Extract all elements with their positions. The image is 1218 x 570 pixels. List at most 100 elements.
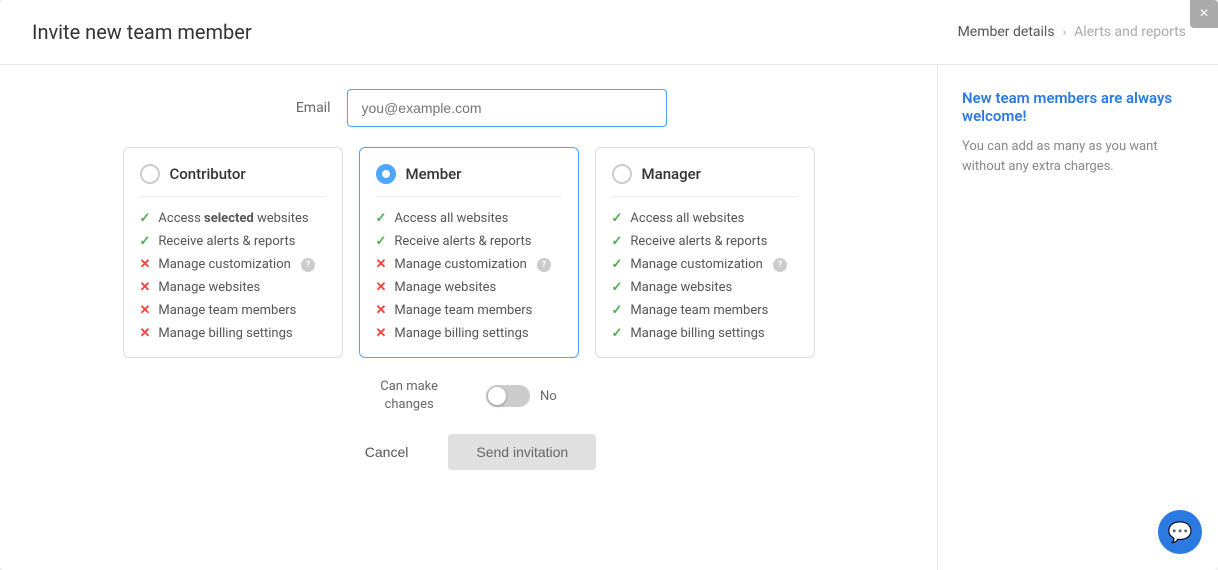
feature-item: ✕ Manage billing settings (376, 326, 562, 341)
role-card-contributor[interactable]: Contributor ✓ Access selected websites ✓… (123, 147, 343, 358)
feature-text: Access all websites (630, 211, 744, 226)
modal-body: Email Contributor ✓ Access selected webs… (0, 65, 1218, 570)
feature-item: ✓ Manage team members (612, 303, 798, 318)
cross-icon: ✕ (140, 303, 151, 318)
email-row: Email (32, 89, 905, 127)
breadcrumb-step1: Member details (958, 24, 1055, 40)
role-name-manager: Manager (642, 165, 701, 183)
feature-text: Receive alerts & reports (158, 234, 295, 249)
feature-item: ✓ Receive alerts & reports (140, 234, 326, 249)
feature-text: Manage billing settings (630, 326, 764, 341)
check-icon: ✓ (376, 211, 387, 226)
send-invitation-button[interactable]: Send invitation (448, 434, 596, 470)
feature-item: ✕ Manage billing settings (140, 326, 326, 341)
check-icon: ✓ (612, 280, 623, 295)
feature-item: ✓ Access all websites (612, 211, 798, 226)
feature-item: ✕ Manage websites (140, 280, 326, 295)
check-icon: ✓ (376, 234, 387, 249)
feature-item: ✓ Access all websites (376, 211, 562, 226)
feature-list-manager: ✓ Access all websites ✓ Receive alerts &… (612, 211, 798, 341)
check-icon: ✓ (612, 257, 623, 272)
feature-text: Receive alerts & reports (394, 234, 531, 249)
breadcrumb-step2: Alerts and reports (1074, 24, 1186, 40)
feature-text: Manage websites (158, 280, 260, 295)
feature-item: ✓ Manage websites (612, 280, 798, 295)
cross-icon: ✕ (376, 326, 387, 341)
roles-row: Contributor ✓ Access selected websites ✓… (32, 147, 905, 358)
cross-icon: ✕ (376, 303, 387, 318)
cross-icon: ✕ (376, 280, 387, 295)
modal-title: Invite new team member (32, 20, 252, 44)
info-icon[interactable]: ? (301, 258, 315, 272)
feature-list-contributor: ✓ Access selected websites ✓ Receive ale… (140, 211, 326, 341)
bottom-row: Can makechanges No (32, 378, 905, 414)
email-input[interactable] (347, 89, 667, 127)
feature-text: Manage team members (630, 303, 768, 318)
feature-text: Manage websites (630, 280, 732, 295)
check-icon: ✓ (612, 303, 623, 318)
breadcrumb-chevron: › (1063, 25, 1067, 39)
cross-icon: ✕ (140, 280, 151, 295)
toggle-switch[interactable] (486, 385, 530, 407)
feature-item: ✓ Manage customization ? (612, 257, 798, 272)
cross-icon: ✕ (140, 257, 151, 272)
chat-bubble-button[interactable]: 💬 (1158, 510, 1202, 554)
role-card-member[interactable]: Member ✓ Access all websites ✓ Receive a… (359, 147, 579, 358)
feature-text: Access all websites (394, 211, 508, 226)
cancel-button[interactable]: Cancel (341, 434, 433, 470)
toggle-knob (488, 387, 506, 405)
main-content: Email Contributor ✓ Access selected webs… (0, 65, 938, 570)
feature-item: ✓ Receive alerts & reports (612, 234, 798, 249)
feature-item: ✕ Manage customization ? (376, 257, 562, 272)
close-button[interactable]: × (1190, 0, 1218, 28)
feature-text: Manage team members (158, 303, 296, 318)
feature-item: ✕ Manage customization ? (140, 257, 326, 272)
feature-item: ✕ Manage team members (376, 303, 562, 318)
feature-text: Manage team members (394, 303, 532, 318)
feature-item: ✕ Manage team members (140, 303, 326, 318)
chat-icon: 💬 (1168, 520, 1193, 544)
toggle-label: No (540, 389, 557, 404)
role-name-contributor: Contributor (170, 165, 246, 183)
radio-manager[interactable] (612, 164, 632, 184)
modal-header: Invite new team member Member details › … (0, 0, 1218, 65)
feature-item: ✕ Manage websites (376, 280, 562, 295)
feature-text: Manage customization (630, 257, 762, 272)
role-header-contributor: Contributor (140, 164, 326, 197)
feature-text: Manage customization (394, 257, 526, 272)
sidebar-title: New team members are always welcome! (962, 89, 1194, 125)
feature-text: Manage billing settings (158, 326, 292, 341)
feature-item: ✓ Manage billing settings (612, 326, 798, 341)
check-icon: ✓ (612, 211, 623, 226)
role-header-manager: Manager (612, 164, 798, 197)
breadcrumb: Member details › Alerts and reports (958, 24, 1186, 40)
check-icon: ✓ (612, 326, 623, 341)
role-name-member: Member (406, 165, 462, 183)
info-icon[interactable]: ? (537, 258, 551, 272)
invite-modal: Invite new team member Member details › … (0, 0, 1218, 570)
can-make-changes-label: Can makechanges (380, 378, 438, 414)
feature-text: Manage websites (394, 280, 496, 295)
radio-contributor[interactable] (140, 164, 160, 184)
actions-row: Cancel Send invitation (32, 434, 905, 470)
feature-item: ✓ Receive alerts & reports (376, 234, 562, 249)
role-header-member: Member (376, 164, 562, 197)
cross-icon: ✕ (140, 326, 151, 341)
info-icon[interactable]: ? (773, 258, 787, 272)
feature-text: Access selected websites (158, 211, 308, 226)
sidebar-description: You can add as many as you want without … (962, 137, 1194, 176)
sidebar: New team members are always welcome! You… (938, 65, 1218, 570)
check-icon: ✓ (140, 211, 151, 226)
feature-text: Manage billing settings (394, 326, 528, 341)
email-label: Email (271, 100, 331, 116)
feature-text: Manage customization (158, 257, 290, 272)
cross-icon: ✕ (376, 257, 387, 272)
check-icon: ✓ (140, 234, 151, 249)
feature-text: Receive alerts & reports (630, 234, 767, 249)
toggle-row: No (486, 385, 557, 407)
role-card-manager[interactable]: Manager ✓ Access all websites ✓ Receive … (595, 147, 815, 358)
feature-item: ✓ Access selected websites (140, 211, 326, 226)
check-icon: ✓ (612, 234, 623, 249)
radio-member[interactable] (376, 164, 396, 184)
feature-list-member: ✓ Access all websites ✓ Receive alerts &… (376, 211, 562, 341)
